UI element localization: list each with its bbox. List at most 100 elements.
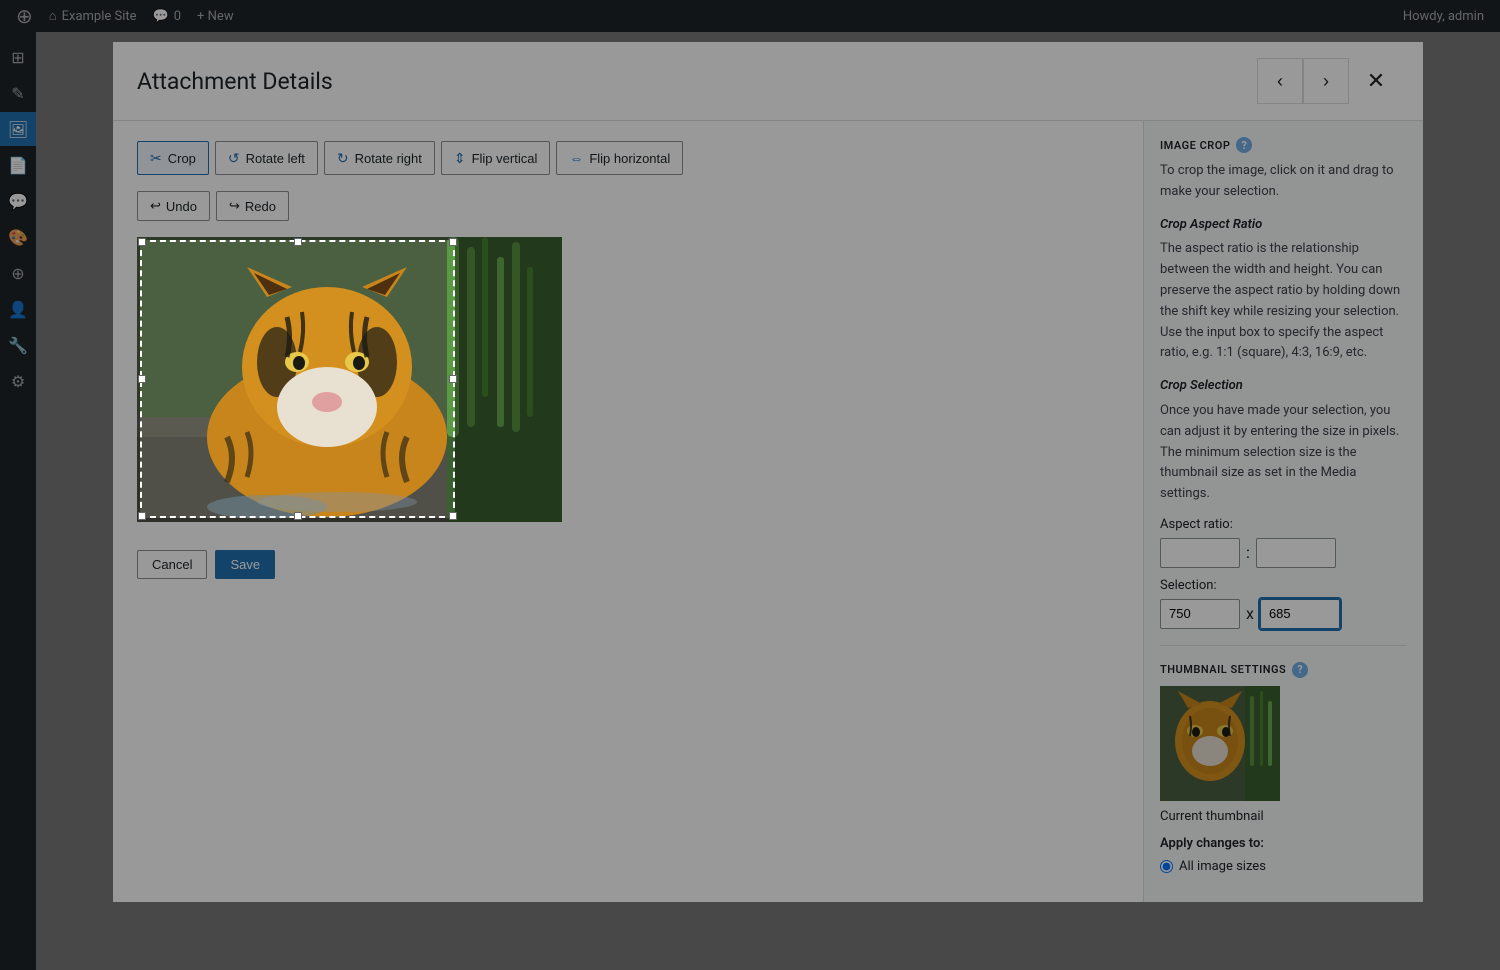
rotate-left-button[interactable]: ↺ Rotate left: [215, 141, 318, 175]
thumbnail-image: [1160, 686, 1280, 801]
action-buttons: Cancel Save: [137, 550, 1119, 579]
site-name-item[interactable]: ⌂ Example Site: [41, 0, 145, 32]
thumbnail-settings-section-title: THUMBNAIL SETTINGS ?: [1160, 662, 1407, 678]
sidebar-icon-media[interactable]: 🖼: [0, 112, 36, 146]
sidebar-icon-tools[interactable]: 🔧: [0, 328, 36, 362]
crop-selection-title: Crop Selection: [1160, 376, 1407, 397]
new-label: + New: [197, 9, 234, 24]
sidebar-icon-dashboard[interactable]: ⊞: [0, 40, 36, 74]
rotate-left-label: Rotate left: [246, 151, 305, 166]
rotate-right-label: Rotate right: [355, 151, 422, 166]
modal: Attachment Details ‹ › ✕ ✂ Crop: [113, 42, 1423, 902]
all-image-sizes-option[interactable]: All image sizes: [1160, 859, 1407, 874]
close-modal-button[interactable]: ✕: [1353, 58, 1399, 104]
crop-label: Crop: [168, 151, 196, 166]
modal-overlay: Attachment Details ‹ › ✕ ✂ Crop: [36, 32, 1500, 970]
aspect-colon: :: [1246, 543, 1250, 562]
crop-handle-top-left[interactable]: [138, 238, 146, 246]
greeting-label: Howdy, admin: [1403, 9, 1484, 24]
crop-handle-top-right[interactable]: [449, 238, 457, 246]
flip-vertical-icon: ⇕: [454, 150, 466, 167]
comments-item[interactable]: 💬 0: [145, 0, 190, 32]
crop-button[interactable]: ✂ Crop: [137, 141, 209, 175]
modal-header: Attachment Details ‹ › ✕: [113, 42, 1423, 121]
sidebar-icon-pages[interactable]: 📄: [0, 148, 36, 182]
save-button[interactable]: Save: [215, 550, 275, 579]
all-image-sizes-radio[interactable]: [1160, 860, 1173, 873]
image-crop-help-icon[interactable]: ?: [1236, 137, 1252, 153]
sidebar-icon-appearance[interactable]: 🎨: [0, 220, 36, 254]
selection-field-group: Selection: x: [1160, 578, 1407, 629]
prev-attachment-button[interactable]: ‹: [1257, 58, 1303, 104]
comments-bubble-icon: 💬: [153, 9, 169, 24]
rotate-left-icon: ↺: [228, 150, 240, 167]
crop-handle-bottom-right[interactable]: [449, 512, 457, 520]
aspect-ratio-text: Crop Aspect Ratio The aspect ratio is th…: [1160, 215, 1407, 365]
aspect-ratio-label: Aspect ratio:: [1160, 517, 1407, 532]
comment-count: 0: [174, 9, 181, 24]
new-item[interactable]: + New: [189, 0, 242, 32]
redo-icon: ↪: [229, 198, 240, 214]
crop-handle-bottom-left[interactable]: [138, 512, 146, 520]
crop-handle-middle-right[interactable]: [449, 375, 457, 383]
flip-vertical-label: Flip vertical: [472, 151, 538, 166]
thumbnail-settings-title: THUMBNAIL SETTINGS: [1160, 663, 1286, 676]
selection-height-input[interactable]: [1260, 599, 1340, 629]
crop-handle-top-center[interactable]: [294, 238, 302, 246]
rotate-right-button[interactable]: ↻ Rotate right: [324, 141, 435, 175]
redo-button[interactable]: ↪ Redo: [216, 191, 289, 221]
sidebar-divider: [1160, 645, 1407, 646]
aspect-ratio-height-input[interactable]: [1256, 538, 1336, 568]
crop-icon: ✂: [150, 150, 162, 167]
site-name: Example Site: [62, 9, 137, 24]
apply-changes-label: Apply changes to:: [1160, 836, 1407, 851]
undo-label: Undo: [166, 199, 197, 214]
image-container[interactable]: [137, 237, 562, 522]
sidebar-icon-posts[interactable]: ✎: [0, 76, 36, 110]
right-sidebar: IMAGE CROP ? To crop the image, click on…: [1143, 121, 1423, 902]
image-crop-title: IMAGE CROP: [1160, 139, 1230, 152]
thumbnail-settings-help-icon[interactable]: ?: [1292, 662, 1308, 678]
editor-area: ✂ Crop ↺ Rotate left ↻ Rotate right ⇕: [113, 121, 1143, 902]
rotate-right-icon: ↻: [337, 150, 349, 167]
next-attachment-button[interactable]: ›: [1303, 58, 1349, 104]
aspect-ratio-desc: The aspect ratio is the relationship bet…: [1160, 241, 1400, 360]
redo-label: Redo: [245, 199, 276, 214]
modal-navigation: ‹ ›: [1257, 58, 1349, 104]
crop-selection-desc: Once you have made your selection, you c…: [1160, 403, 1399, 501]
admin-sidebar: ⊞ ✎ 🖼 📄 💬 🎨 ⊕ 👤 🔧 ⚙: [0, 32, 36, 970]
flip-horizontal-button[interactable]: ⇔ Flip horizontal: [556, 141, 683, 175]
cancel-button[interactable]: Cancel: [137, 550, 207, 579]
home-icon: ⌂: [49, 8, 57, 24]
modal-title: Attachment Details: [137, 68, 1257, 95]
sidebar-icon-users[interactable]: 👤: [0, 292, 36, 326]
crop-handle-middle-left[interactable]: [138, 375, 146, 383]
sidebar-icon-settings[interactable]: ⚙: [0, 364, 36, 398]
undo-button[interactable]: ↩ Undo: [137, 191, 210, 221]
image-toolbar: ✂ Crop ↺ Rotate left ↻ Rotate right ⇕: [137, 141, 1119, 175]
sidebar-icon-comments[interactable]: 💬: [0, 184, 36, 218]
current-thumbnail-label: Current thumbnail: [1160, 809, 1407, 824]
crop-overlay: [137, 237, 562, 522]
flip-horizontal-label: Flip horizontal: [589, 151, 670, 166]
aspect-ratio-title: Crop Aspect Ratio: [1160, 215, 1407, 236]
wp-logo-icon: ⊕: [16, 4, 33, 28]
flip-vertical-button[interactable]: ⇕ Flip vertical: [441, 141, 550, 175]
flip-horizontal-icon: ⇔: [569, 150, 583, 166]
aspect-ratio-inputs: :: [1160, 538, 1407, 568]
selection-x: x: [1246, 604, 1254, 623]
undo-redo-group: ↩ Undo ↪ Redo: [137, 191, 1119, 221]
image-crop-section-title: IMAGE CROP ?: [1160, 137, 1407, 153]
crop-selection[interactable]: [140, 240, 455, 518]
sidebar-icon-plugins[interactable]: ⊕: [0, 256, 36, 290]
howdy-item[interactable]: Howdy, admin: [1395, 0, 1492, 32]
wp-logo-item[interactable]: ⊕: [8, 0, 41, 32]
selection-label: Selection:: [1160, 578, 1407, 593]
crop-handle-bottom-center[interactable]: [294, 512, 302, 520]
aspect-ratio-width-input[interactable]: [1160, 538, 1240, 568]
main-area: Attachment Details ‹ › ✕ ✂ Crop: [36, 32, 1500, 970]
modal-body: ✂ Crop ↺ Rotate left ↻ Rotate right ⇕: [113, 121, 1423, 902]
selection-width-input[interactable]: [1160, 599, 1240, 629]
image-crop-intro: To crop the image, click on it and drag …: [1160, 161, 1407, 203]
all-image-sizes-radio-label: All image sizes: [1179, 859, 1266, 874]
